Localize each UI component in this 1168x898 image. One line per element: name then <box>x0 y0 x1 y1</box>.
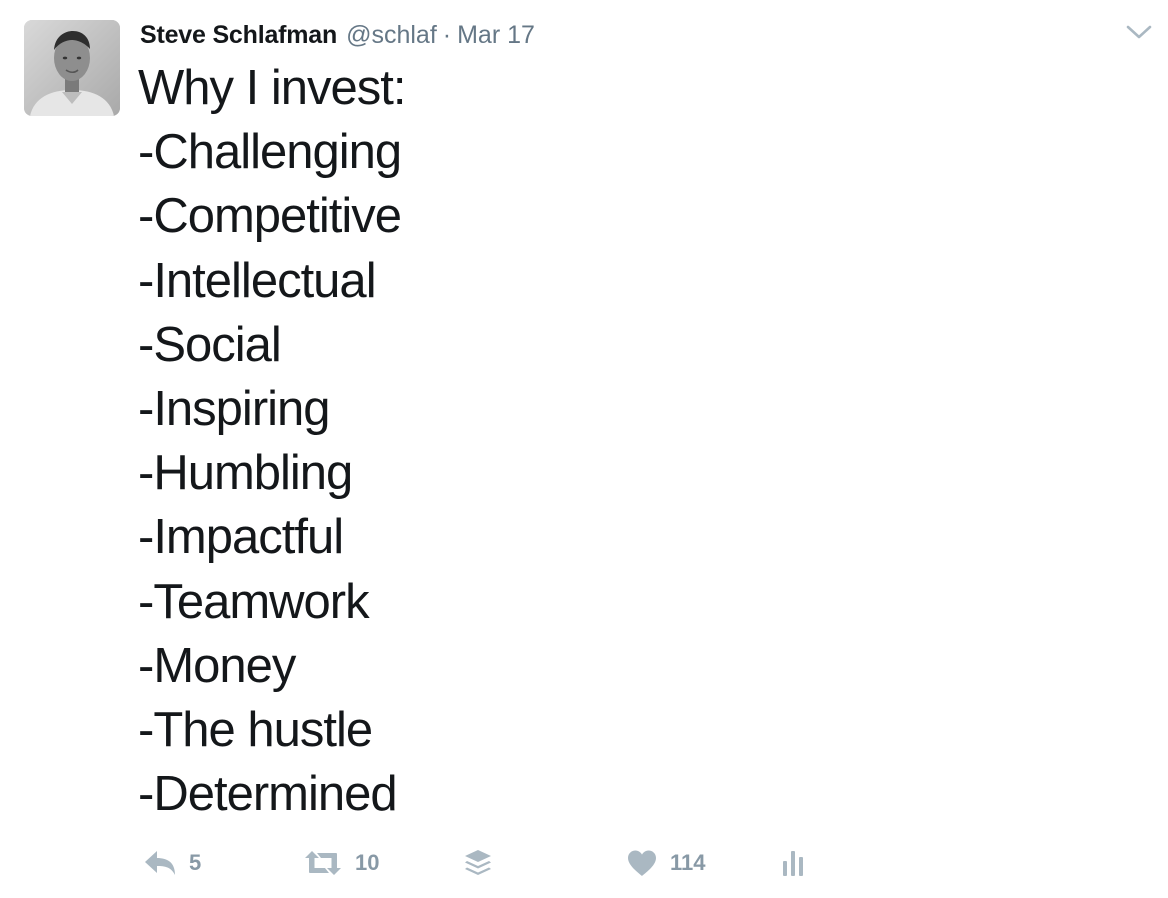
reply-button[interactable]: 5 <box>143 838 201 888</box>
tweet-actions: 5 10 114 <box>0 838 1168 888</box>
tweet-text-line: -Competitive <box>138 189 402 244</box>
tweet-text-line: -Challenging <box>138 125 402 180</box>
chevron-down-icon[interactable] <box>1124 20 1154 44</box>
tweet-text: Why I invest: -Challenging -Competitive … <box>138 56 1098 826</box>
tweet-text-line: -Teamwork <box>138 574 370 629</box>
avatar[interactable] <box>24 20 120 116</box>
author-full-name[interactable]: Steve Schlafman <box>140 18 337 52</box>
retweet-icon <box>303 849 343 877</box>
reply-icon <box>143 849 177 877</box>
tweet-text-line: -Inspiring <box>138 381 331 436</box>
analytics-button[interactable] <box>781 838 809 888</box>
tweet-text-line: -Intellectual <box>138 253 377 308</box>
analytics-bars-icon <box>781 848 809 878</box>
tweet-text-line: -The hustle <box>138 702 373 757</box>
tweet-header: Steve Schlafman @schlaf · Mar 17 <box>140 18 535 52</box>
tweet-text-line: -Determined <box>138 767 398 822</box>
heart-icon <box>626 849 658 877</box>
retweet-button[interactable]: 10 <box>303 838 379 888</box>
like-button[interactable]: 114 <box>626 838 706 888</box>
tweet-timestamp[interactable]: Mar 17 <box>457 18 535 52</box>
buffer-stack-icon <box>463 848 493 878</box>
reply-count: 5 <box>189 850 202 875</box>
tweet-text-line: -Money <box>138 638 296 693</box>
header-separator: · <box>442 21 452 49</box>
tweet: Steve Schlafman @schlaf · Mar 17 Why I i… <box>0 0 1168 898</box>
like-count: 114 <box>670 850 706 875</box>
author-screen-name[interactable]: @schlaf <box>346 18 437 52</box>
tweet-text-line: -Impactful <box>138 510 344 565</box>
tweet-text-line: Why I invest: <box>138 61 406 115</box>
tweet-text-line: -Social <box>138 317 282 372</box>
retweet-count: 10 <box>355 850 380 875</box>
tweet-text-line: -Humbling <box>138 446 353 501</box>
buffer-button[interactable] <box>463 838 493 888</box>
